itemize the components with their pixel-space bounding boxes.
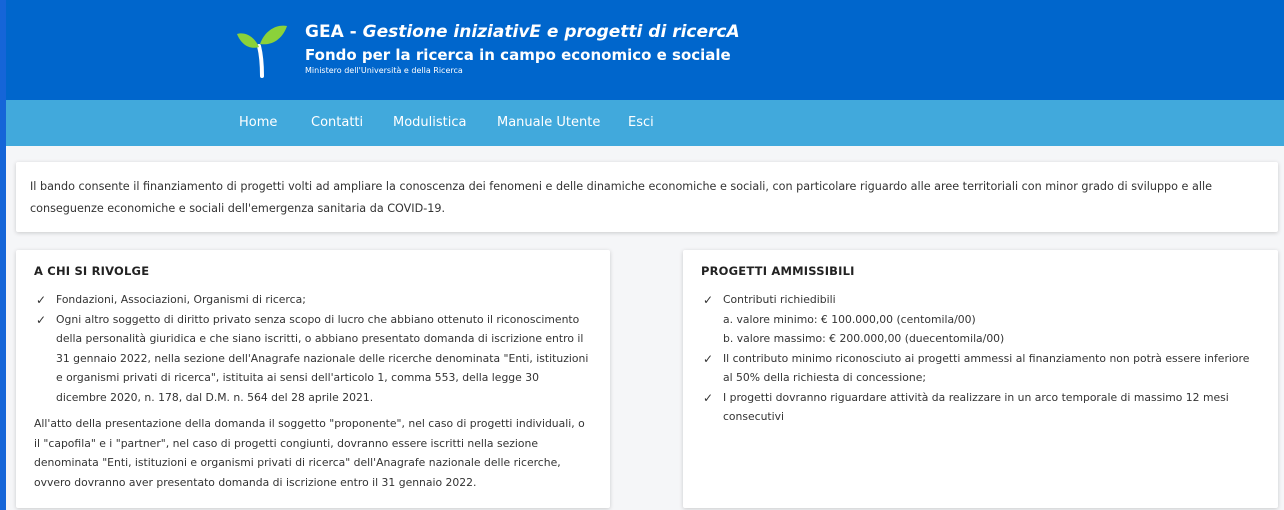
progetti-ammissibili-list: ✓ Contributi richiedibili a. valore mini…	[701, 290, 1260, 427]
valore-minimo: a. valore minimo: € 100.000,00 (centomil…	[723, 312, 976, 326]
list-item: ✓ Fondazioni, Associazioni, Organismi di…	[34, 290, 592, 310]
intro-text: Il bando consente il finanziamento di pr…	[30, 180, 1212, 215]
site-header: GEA - Gestione iniziativE e progetti di …	[6, 0, 1284, 100]
valore-massimo: b. valore massimo: € 200.000,00 (duecent…	[723, 332, 1005, 345]
main-navbar: Home Contatti Modulistica Manuale Utente…	[6, 100, 1284, 146]
app-subtitle: Fondo per la ricerca in campo economico …	[305, 46, 731, 64]
app-title-prefix: GEA -	[305, 22, 363, 42]
app-title-italic: Gestione iniziativE e progetti di ricerc…	[362, 22, 740, 42]
list-item-text: Il contributo minimo riconosciuto ai pro…	[723, 351, 1250, 385]
nav-home-link[interactable]: Home	[239, 115, 277, 130]
contributi-label: Contributi richiedibili	[723, 293, 836, 306]
list-item-text: I progetti dovranno riguardare attività …	[723, 390, 1229, 424]
nav-esci-link[interactable]: Esci	[628, 115, 654, 130]
main-content: Il bando consente il finanziamento di pr…	[6, 146, 1284, 510]
list-item: ✓ I progetti dovranno riguardare attivit…	[701, 388, 1260, 427]
check-icon: ✓	[36, 312, 47, 327]
intro-card: Il bando consente il finanziamento di pr…	[16, 162, 1278, 232]
check-icon: ✓	[703, 293, 714, 307]
ministry-label: Ministero dell'Università e della Ricerc…	[305, 66, 463, 75]
sprout-logo-icon	[237, 25, 287, 78]
a-chi-si-rivolge-list: ✓ Fondazioni, Associazioni, Organismi di…	[34, 290, 592, 407]
a-chi-si-rivolge-card: A CHI SI RIVOLGE ✓ Fondazioni, Associazi…	[16, 250, 610, 508]
nav-modulistica-link[interactable]: Modulistica	[393, 115, 466, 130]
app-title: GEA - Gestione iniziativE e progetti di …	[305, 22, 740, 42]
check-icon: ✓	[36, 293, 47, 307]
nav-manuale-utente-link[interactable]: Manuale Utente	[497, 115, 600, 130]
list-item: ✓ Contributi richiedibili a. valore mini…	[701, 290, 1260, 349]
progetti-ammissibili-title: PROGETTI AMMISSIBILI	[701, 264, 855, 278]
nav-contatti-link[interactable]: Contatti	[311, 115, 363, 130]
a-chi-si-rivolge-title: A CHI SI RIVOLGE	[34, 264, 150, 278]
list-item: ✓ Il contributo minimo riconosciuto ai p…	[701, 349, 1260, 388]
list-item-text: Fondazioni, Associazioni, Organismi di r…	[56, 293, 306, 306]
a-chi-si-rivolge-paragraph: All'atto della presentazione della doman…	[34, 417, 585, 489]
list-item: ✓ Ogni altro soggetto di diritto privato…	[34, 310, 592, 408]
check-icon: ✓	[703, 351, 714, 366]
check-icon: ✓	[703, 390, 714, 405]
list-item-text: Ogni altro soggetto di diritto privato s…	[56, 312, 589, 404]
progetti-ammissibili-card: PROGETTI AMMISSIBILI ✓ Contributi richie…	[683, 250, 1278, 508]
